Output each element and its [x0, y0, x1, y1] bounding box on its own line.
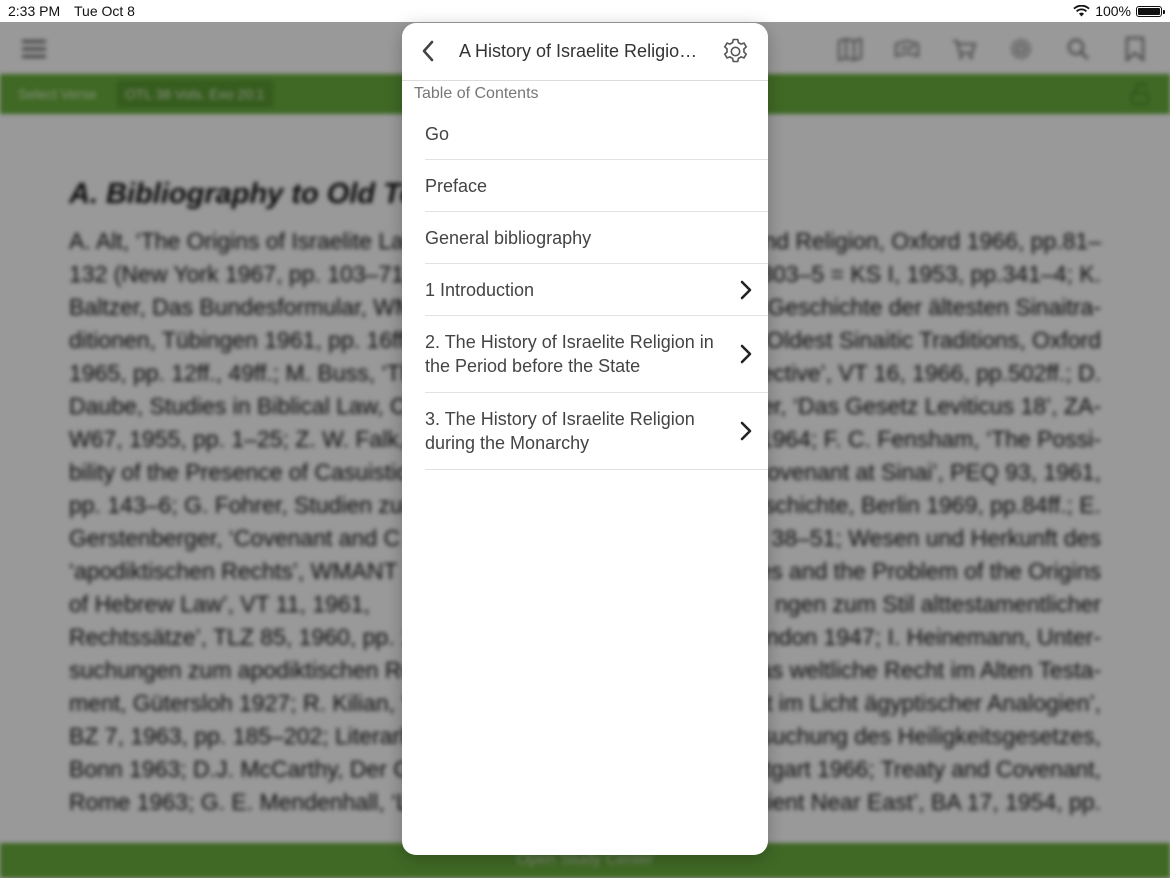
toc-item[interactable]: Preface [425, 160, 768, 212]
toc-item-label: Preface [425, 176, 488, 196]
wifi-icon [1073, 5, 1090, 17]
status-bar: 2:33 PM Tue Oct 8 100% [0, 0, 1170, 22]
toc-popover: A History of Israelite Religion in the O… [402, 23, 768, 855]
gear-icon[interactable] [721, 37, 750, 66]
battery-icon [1136, 5, 1165, 17]
toc-list: Go Preface General bibliography 1 Introduct… [425, 108, 768, 470]
status-time: 2:33 PM [8, 3, 61, 19]
chevron-left-icon [422, 40, 434, 62]
back-button[interactable] [412, 35, 444, 67]
toc-item[interactable]: 3. The History of Israelite Religion dur… [425, 393, 768, 470]
toc-item-label: Go [425, 124, 450, 144]
popover-header: A History of Israelite Religion in the O… [402, 23, 768, 81]
toc-item[interactable]: Go [425, 108, 768, 160]
chevron-right-icon [740, 421, 752, 441]
battery-percent: 100% [1095, 3, 1131, 19]
toc-item-label: General bibliography [425, 228, 592, 248]
toc-item[interactable]: 1 Introduction [425, 264, 768, 316]
status-right: 100% [1073, 3, 1165, 19]
popover-title: A History of Israelite Religion in the O… [459, 41, 706, 61]
toc-item[interactable]: 2. The History of Israelite Religion in … [425, 316, 768, 393]
toc-item[interactable]: General bibliography [425, 212, 768, 264]
toc-item-label: 3. The History of Israelite Religion dur… [425, 409, 695, 453]
status-date: Tue Oct 8 [74, 3, 135, 19]
chevron-right-icon [740, 344, 752, 364]
toc-item-label: 2. The History of Israelite Religion in … [425, 332, 714, 376]
chevron-right-icon [740, 280, 752, 299]
toc-section-label: Table of Contents [414, 85, 539, 102]
toc-item-label: 1 Introduction [425, 280, 535, 300]
